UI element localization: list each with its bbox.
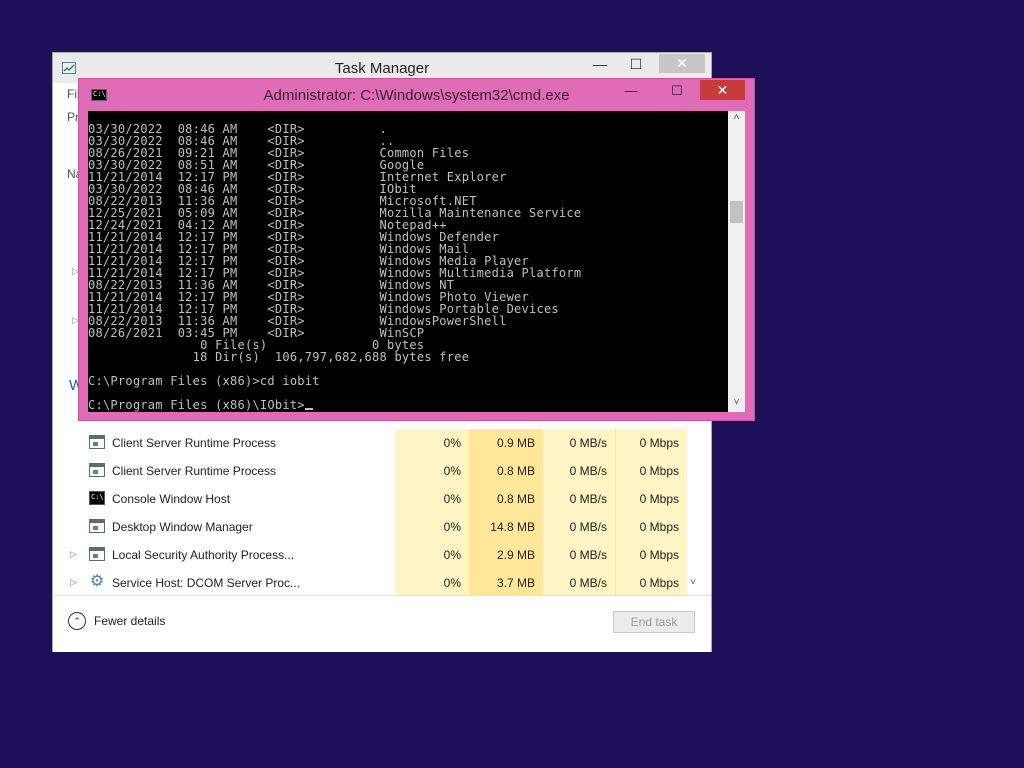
process-disk: 0 MB/s: [543, 541, 615, 569]
process-name: Console Window Host: [112, 492, 231, 506]
window-icon: [89, 463, 105, 477]
console-line: 18 Dir(s) 106,797,682,688 bytes free: [88, 350, 470, 364]
process-disk: 0 MB/s: [543, 513, 615, 541]
cmd-title: Administrator: C:\Windows\system32\cmd.e…: [263, 87, 570, 104]
process-cpu: 0%: [395, 457, 469, 485]
expand-arrow-icon[interactable]: ▷: [70, 577, 77, 588]
process-name: Local Security Authority Process...: [112, 548, 295, 562]
process-row[interactable]: ▷ ⚙ Service Host: DCOM Server Proc... 0% 3.7…: [53, 569, 687, 595]
console-prompt: C:\Program Files (x86)\IObit>: [88, 398, 305, 412]
chevron-up-circle-icon: ⌃: [68, 612, 86, 630]
desktop: { "colors": { "desktop": "#1e0f59", "cmd…: [0, 0, 1024, 768]
process-row[interactable]: ▷ Local Security Authority Process... 0% 2.…: [53, 541, 687, 569]
process-memory: 0.8 MB: [469, 485, 543, 513]
scroll-up-arrow-icon[interactable]: ˄: [728, 112, 745, 126]
process-network: 0 Mbps: [615, 457, 687, 485]
process-row[interactable]: Desktop Window Manager 0% 14.8 MB 0 MB/s 0 M…: [53, 513, 687, 541]
process-network: 0 Mbps: [615, 569, 687, 595]
console-line: C:\Program Files (x86)>cd iobit: [88, 374, 320, 388]
console-icon: [89, 491, 105, 505]
tm-maximize-button[interactable]: ☐: [623, 53, 649, 75]
cmd-maximize-button[interactable]: ☐: [664, 81, 690, 101]
window-icon: [89, 547, 105, 561]
process-memory: 14.8 MB: [469, 513, 543, 541]
process-cpu: 0%: [395, 541, 469, 569]
process-row[interactable]: Client Server Runtime Process 0% 0.9 MB 0 M…: [53, 429, 687, 457]
process-name: Client Server Runtime Process: [112, 436, 277, 450]
process-cpu: 0%: [395, 429, 469, 457]
window-icon: [89, 435, 105, 449]
console-prompt-line: C:\Program Files (x86)\IObit>: [88, 399, 581, 411]
process-cpu: 0%: [395, 513, 469, 541]
process-network: 0 Mbps: [615, 429, 687, 457]
process-name: Client Server Runtime Process: [112, 464, 277, 478]
scroll-down-arrow-icon[interactable]: ˅: [728, 397, 745, 411]
process-disk: 0 MB/s: [543, 457, 615, 485]
text-cursor: [304, 408, 313, 410]
process-disk: 0 MB/s: [543, 485, 615, 513]
fewer-details-label: Fewer details: [94, 614, 166, 628]
scroll-down-arrow-icon[interactable]: ˅: [687, 577, 699, 593]
process-cpu: 0%: [395, 569, 469, 595]
expand-arrow-icon[interactable]: ▷: [70, 549, 77, 560]
process-memory: 0.9 MB: [469, 429, 543, 457]
gear-icon: ⚙: [89, 573, 105, 590]
process-name: Desktop Window Manager: [112, 520, 253, 534]
window-icon: [89, 519, 105, 533]
process-disk: 0 MB/s: [543, 569, 615, 595]
process-disk: 0 MB/s: [543, 429, 615, 457]
cmd-minimize-button[interactable]: —: [618, 81, 644, 101]
process-list-scrollbar[interactable]: [687, 429, 699, 595]
cmd-close-button[interactable]: ✕: [700, 80, 745, 100]
process-row[interactable]: Client Server Runtime Process 0% 0.8 MB 0 M…: [53, 457, 687, 485]
cmd-console-area[interactable]: 03/30/2022 08:46 AM <DIR> . 03/30/2022 08…: [88, 111, 728, 412]
process-cpu: 0%: [395, 485, 469, 513]
process-list: Client Server Runtime Process 0% 0.9 MB 0 M…: [53, 429, 699, 595]
process-network: 0 Mbps: [615, 513, 687, 541]
cmd-output: 03/30/2022 08:46 AM <DIR> . 03/30/2022 08…: [88, 123, 581, 411]
process-memory: 0.8 MB: [469, 457, 543, 485]
process-memory: 3.7 MB: [469, 569, 543, 595]
process-network: 0 Mbps: [615, 541, 687, 569]
end-task-button[interactable]: End task: [613, 611, 695, 633]
process-network: 0 Mbps: [615, 485, 687, 513]
process-memory: 2.9 MB: [469, 541, 543, 569]
tm-minimize-button[interactable]: —: [587, 53, 613, 75]
cmd-window: Administrator: C:\Windows\system32\cmd.e…: [78, 78, 755, 421]
cmd-scroll-thumb[interactable]: [730, 201, 743, 223]
process-row[interactable]: Console Window Host 0%0.8 MB0 MB/s0 Mbps: [53, 485, 687, 513]
process-name: Service Host: DCOM Server Proc...: [112, 576, 301, 590]
task-manager-footer: ⌃ Fewer details End task: [53, 595, 711, 652]
tm-close-button[interactable]: ✕: [659, 54, 705, 73]
cmd-scrollbar[interactable]: ˄ ˅: [728, 111, 745, 412]
